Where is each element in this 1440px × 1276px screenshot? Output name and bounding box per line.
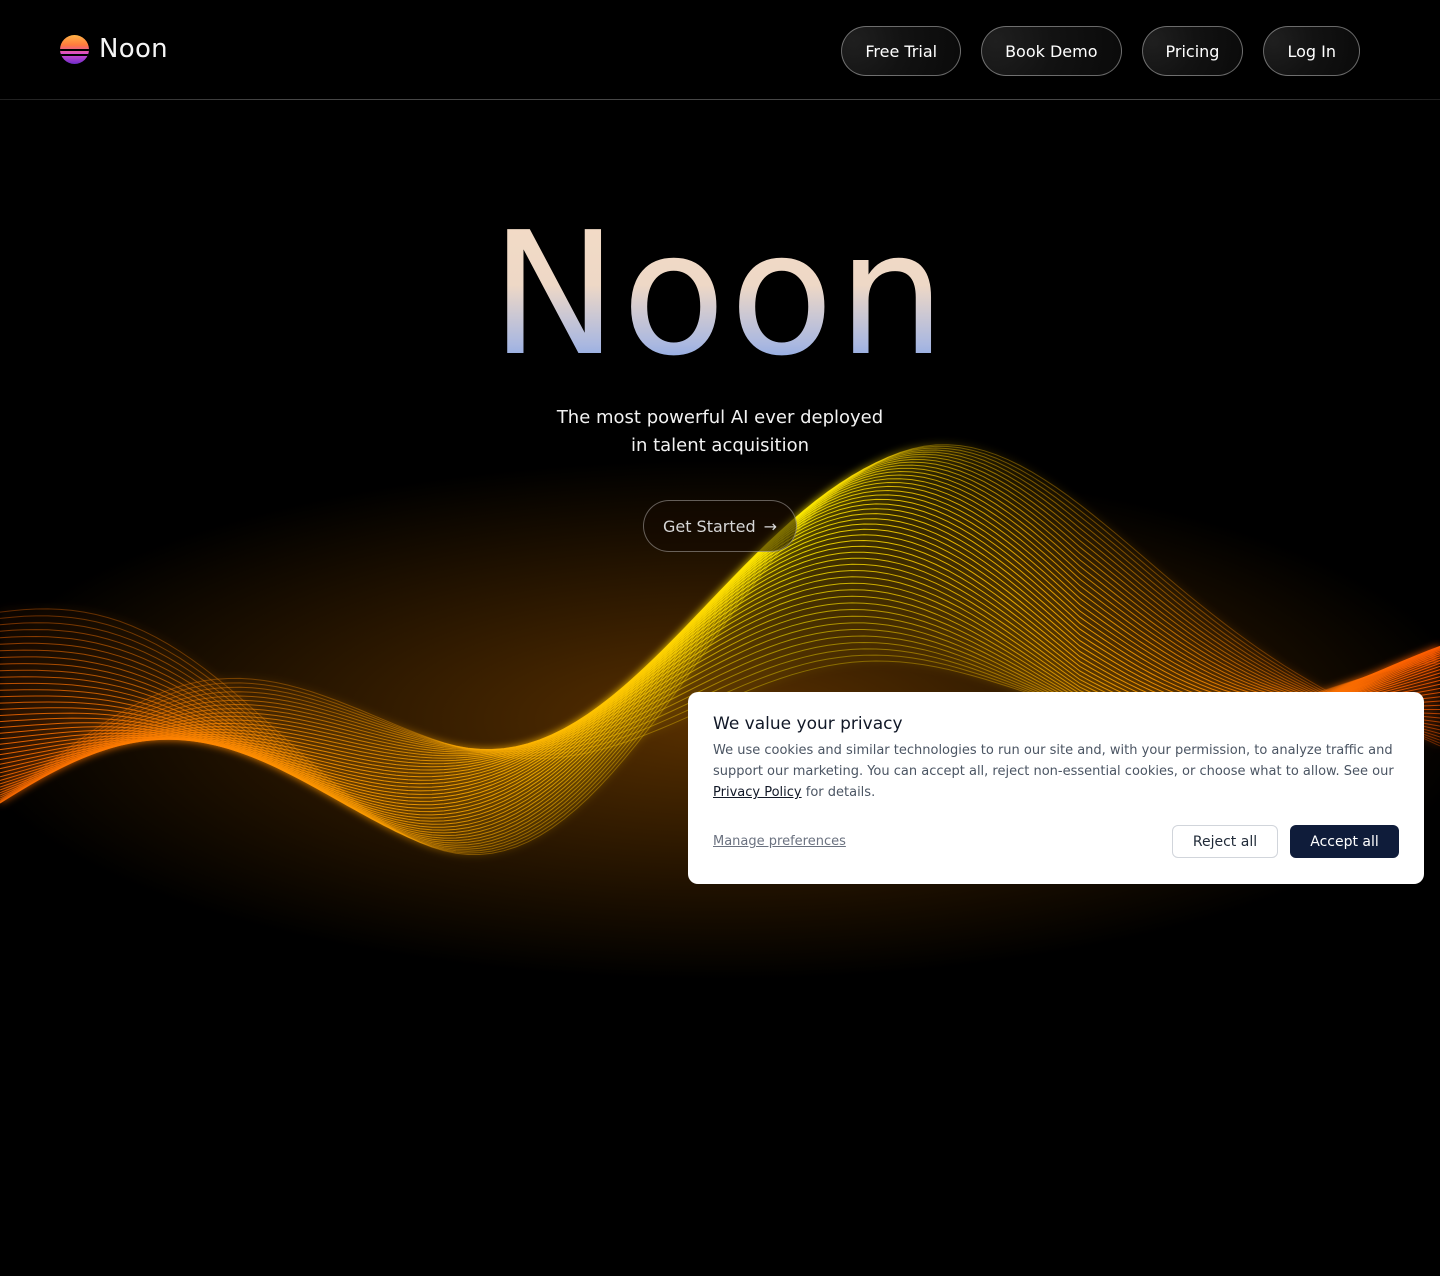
hero-subtitle-line-2: in talent acquisition (630, 435, 810, 456)
book-demo-button[interactable]: Book Demo (981, 26, 1122, 76)
hero-subtitle: The most powerful AI ever deployed in ta… (0, 404, 1440, 460)
log-in-button[interactable]: Log In (1263, 26, 1360, 76)
hero-subtitle-line-1: The most powerful AI ever deployed (556, 407, 884, 428)
pricing-button[interactable]: Pricing (1141, 26, 1244, 76)
arrow-right-icon: → (763, 516, 778, 536)
cookie-banner-actions: Manage preferences Reject all Accept all (713, 825, 1399, 859)
hero-title: Noon (490, 196, 950, 394)
get-started-label: Get Started (662, 516, 756, 536)
accept-all-button[interactable]: Accept all (1290, 825, 1399, 858)
privacy-policy-link[interactable]: Privacy Policy (713, 785, 802, 800)
get-started-button[interactable]: Get Started → (643, 500, 797, 552)
free-trial-button[interactable]: Free Trial (841, 26, 962, 76)
cookie-banner-body: We use cookies and similar technologies … (713, 743, 1394, 800)
top-nav: Free Trial Book Demo Pricing Log In (841, 26, 1360, 76)
manage-preferences-link[interactable]: Manage preferences (713, 834, 846, 849)
hero-wave-graphic (0, 444, 1440, 980)
cookie-banner: We value your privacy We use cookies and… (688, 692, 1424, 884)
sun-logo-icon (60, 34, 89, 64)
brand-logo[interactable]: Noon (60, 34, 168, 64)
cookie-banner-title: We value your privacy (713, 714, 903, 734)
brand-name: Noon (99, 34, 168, 64)
site-header: Noon Free Trial Book Demo Pricing Log In (0, 0, 1440, 100)
reject-all-button[interactable]: Reject all (1172, 825, 1278, 858)
